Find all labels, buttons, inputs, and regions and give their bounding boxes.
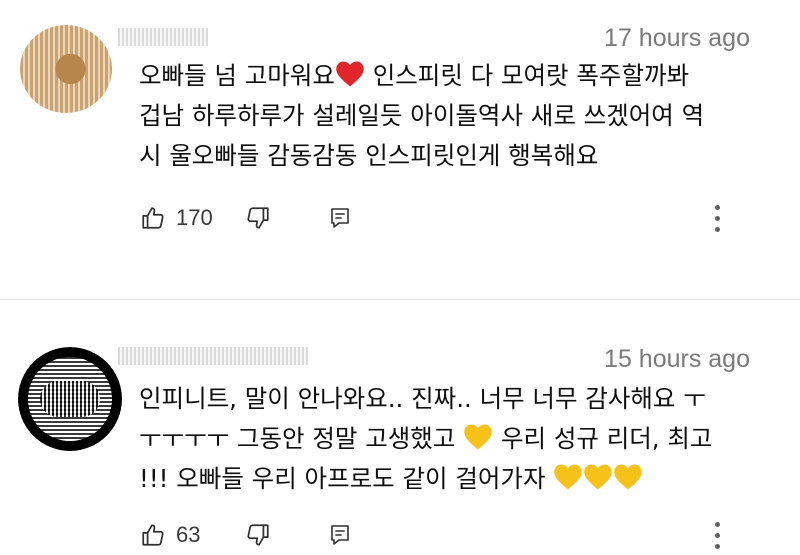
like-count: 63 [176, 522, 201, 547]
comment-line: 인피니트, 말이 안나와요.. 진짜.. 너무 너무 감사해요 ㅜ [139, 384, 706, 413]
like-button[interactable]: 170 [140, 198, 213, 238]
dislike-button[interactable] [245, 515, 271, 555]
yellow-heart-icon [554, 464, 583, 490]
reply-button[interactable] [328, 515, 352, 555]
username-redacted [118, 347, 308, 365]
like-button[interactable]: 63 [140, 515, 200, 555]
comment-line: 시 울오빠들 감동감동 인스피릿인게 행복해요 [139, 141, 599, 170]
comment-timestamp: 15 hours ago [604, 345, 750, 373]
comment-body: 인피니트, 말이 안나와요.. 진짜.. 너무 너무 감사해요 ㅜ ㅜㅜㅜㅜ 그… [139, 379, 759, 499]
more-vert-icon [714, 521, 720, 549]
thumb-down-icon [247, 524, 269, 546]
more-options-button[interactable] [705, 515, 729, 555]
comment-thread-item: 17 hours ago 오빠들 넘 고마워요 인스피릿 다 모여랏 폭주할까봐… [0, 0, 800, 270]
comment-line: ㅜㅜㅜㅜ 그동안 정말 고생했고 우리 성규 리더, 최고 [139, 424, 713, 453]
comment-timestamp: 17 hours ago [604, 24, 750, 52]
more-options-button[interactable] [705, 198, 729, 238]
yellow-heart-icon [584, 464, 613, 490]
yellow-heart-icon [614, 464, 643, 490]
avatar[interactable] [18, 347, 122, 451]
comment-body: 오빠들 넘 고마워요 인스피릿 다 모여랏 폭주할까봐 겁남 하루하루가 설레일… [139, 56, 759, 176]
red-heart-icon [336, 61, 364, 87]
comment-line: !!! 오빠들 우리 아프로도 같이 걸어가자 [139, 459, 759, 499]
thumb-down-icon [247, 207, 269, 229]
username-redacted [118, 28, 208, 46]
reply-icon [331, 208, 349, 228]
more-vert-icon [714, 204, 720, 232]
avatar[interactable] [20, 25, 112, 113]
thumb-up-icon [142, 207, 164, 229]
reply-icon [331, 525, 349, 545]
reply-button[interactable] [328, 198, 352, 238]
comment-line: 오빠들 넘 고마워요 인스피릿 다 모여랏 폭주할까봐 [139, 61, 690, 90]
yellow-heart-icon [464, 424, 492, 450]
comment-thread-item: 15 hours ago 인피니트, 말이 안나와요.. 진짜.. 너무 너무 … [0, 325, 800, 550]
divider [0, 299, 800, 300]
comment-line: 겁남 하루하루가 설레일듯 아이돌역사 새로 쓰겠어여 역 [139, 101, 705, 130]
comment-actions: 170 [140, 198, 760, 238]
comment-actions: 63 [140, 515, 760, 555]
like-count: 170 [176, 205, 213, 230]
thumb-up-icon [142, 524, 164, 546]
dislike-button[interactable] [245, 198, 271, 238]
